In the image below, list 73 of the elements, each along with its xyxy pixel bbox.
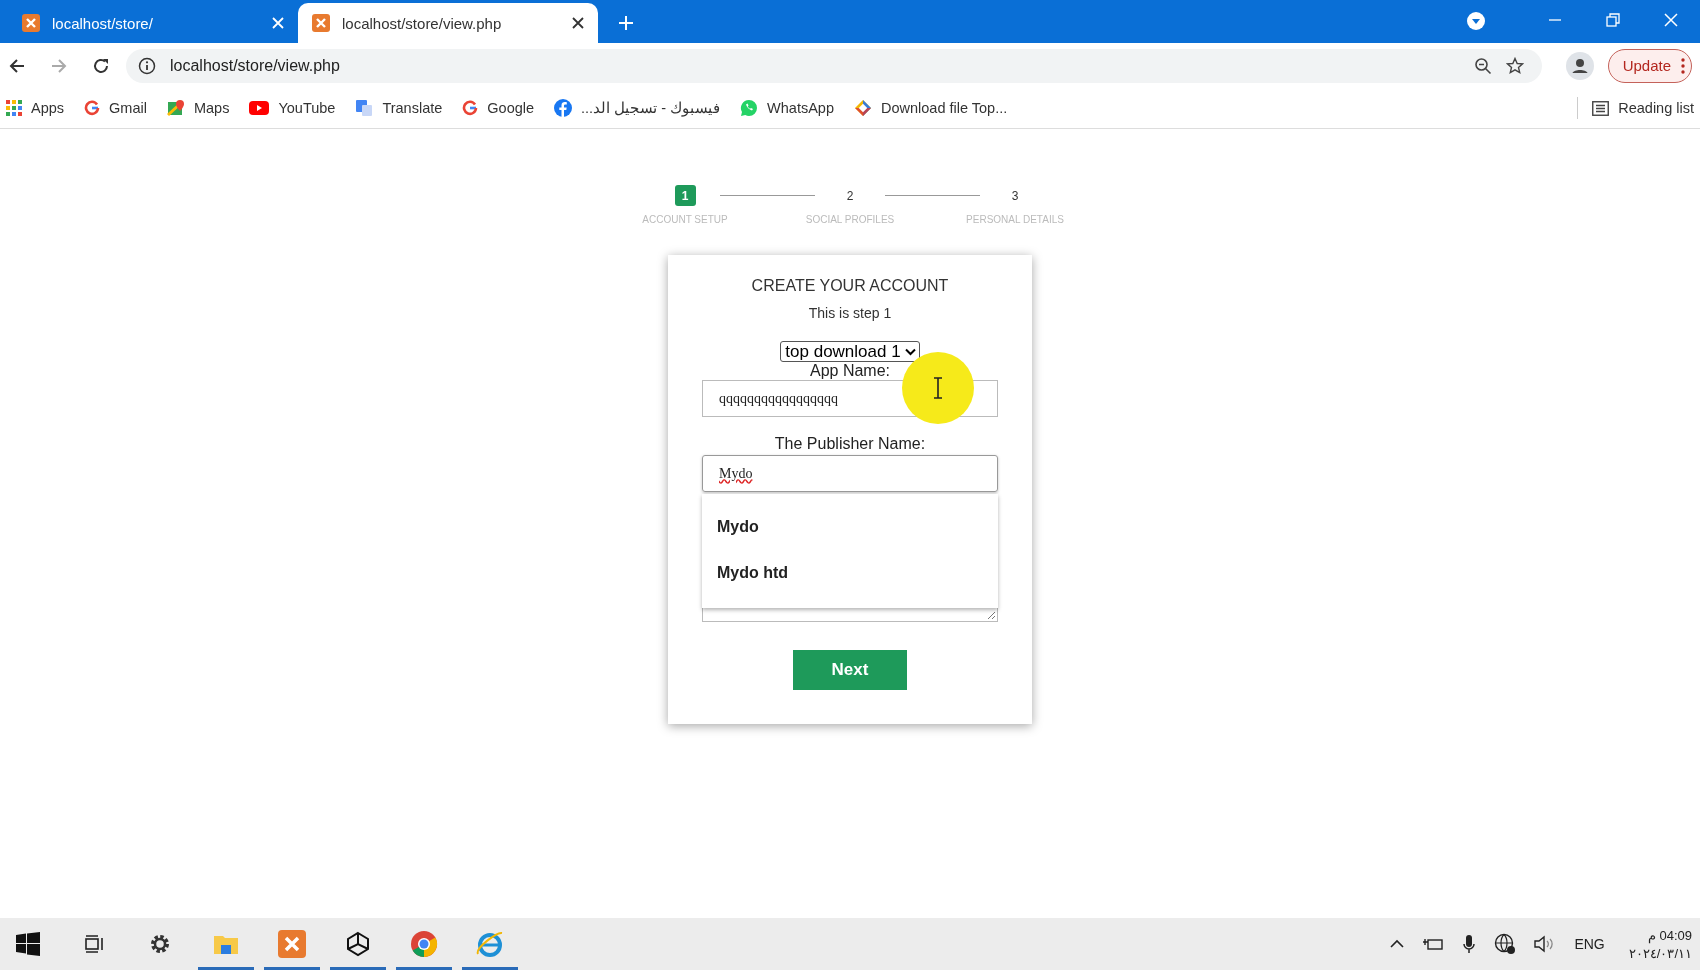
bookmark-item[interactable]: Download file Top... <box>853 99 1008 117</box>
suggestion-item[interactable]: Mydo <box>702 514 998 540</box>
chevron-up-icon[interactable] <box>1390 939 1405 949</box>
e-browser-icon <box>475 930 505 958</box>
reload-icon[interactable] <box>92 56 110 75</box>
field-label: The Publisher Name: <box>774 435 926 453</box>
tab-title: localhost/store/view.php <box>342 14 503 32</box>
info-icon <box>138 56 156 75</box>
publisher-name-field[interactable]: Mydo <box>702 455 998 492</box>
zoom-out-icon[interactable] <box>1473 56 1492 75</box>
close-icon[interactable] <box>572 17 584 29</box>
form-subtitle: This is step 1 <box>808 305 892 321</box>
microphone-icon[interactable] <box>1462 934 1477 954</box>
play-icon <box>249 101 270 115</box>
url-text: localhost/store/view.php <box>170 56 340 75</box>
google-g-icon <box>462 100 479 116</box>
clock-time[interactable]: 04:09 م <box>1647 927 1692 943</box>
task-view-icon <box>83 934 105 954</box>
chrome-icon <box>410 930 438 958</box>
step-number: 1 <box>674 185 696 206</box>
settings-icon <box>148 932 172 956</box>
bookmark-item[interactable]: Apps <box>6 100 65 116</box>
bookmark-item[interactable]: YouTube <box>249 100 336 116</box>
language-indicator[interactable]: ENG <box>1574 936 1605 952</box>
more-icon[interactable] <box>1681 57 1685 74</box>
colorful-diamond-icon <box>853 99 872 117</box>
bookmark-item[interactable]: Gmail <box>84 100 147 116</box>
bookmark-item[interactable]: Translate <box>355 99 443 117</box>
tab-title: localhost/store/ <box>52 14 154 32</box>
form-title: CREATE YOUR ACCOUNT <box>751 277 949 295</box>
translate-icon <box>355 99 374 117</box>
dropdown-icon[interactable] <box>1466 11 1486 31</box>
phone-bubble-icon <box>740 99 759 117</box>
clock-date[interactable]: ٢٠٢٤/٠٣/١١ <box>1628 945 1692 961</box>
update-button[interactable]: Update <box>1607 48 1692 83</box>
folder-icon <box>213 933 239 955</box>
battery-plug-icon[interactable] <box>1422 936 1445 952</box>
xampp-icon <box>278 930 306 958</box>
back-icon[interactable] <box>8 56 26 75</box>
bookmark-item[interactable]: فيسبوك - تسجيل الد... <box>554 99 721 117</box>
step-label: ACCOUNT SETUP <box>642 214 728 225</box>
step-label: PERSONAL DETAILS <box>966 214 1064 225</box>
address-bar[interactable]: localhost/store/view.php <box>126 48 1542 83</box>
chevron-down-icon <box>904 347 916 356</box>
step-number: 3 <box>1010 187 1020 205</box>
resize-grip-icon <box>987 611 996 620</box>
xampp-icon <box>312 14 330 32</box>
field-label: App Name: <box>809 362 890 380</box>
apps-grid-icon <box>6 100 22 116</box>
list-icon <box>1592 100 1610 116</box>
suggestion-item[interactable]: Mydo htd <box>702 560 998 586</box>
bookmark-item[interactable]: Google <box>462 100 535 116</box>
next-button[interactable]: Next <box>793 650 907 690</box>
text-cursor-icon <box>933 377 943 399</box>
restore-icon[interactable] <box>1606 13 1620 27</box>
map-icon <box>166 99 185 117</box>
bookmark-item[interactable]: WhatsApp <box>740 99 834 117</box>
star-icon[interactable] <box>1505 56 1524 75</box>
google-g-icon <box>84 100 101 116</box>
browser-tab[interactable]: localhost/store/ <box>8 3 298 43</box>
globe-icon[interactable] <box>1494 933 1517 955</box>
bookmark-item[interactable]: Maps <box>166 99 230 117</box>
profile-icon[interactable] <box>1565 51 1594 80</box>
facebook-f-icon <box>554 99 573 117</box>
windows-icon <box>16 932 40 956</box>
xampp-icon <box>22 14 40 32</box>
step-number: 2 <box>845 187 855 205</box>
step-label: SOCIAL PROFILES <box>805 214 895 225</box>
browser-tab[interactable]: localhost/store/view.php <box>298 3 598 43</box>
new-tab-icon[interactable] <box>618 15 634 31</box>
reading-list-button[interactable]: Reading list <box>1592 100 1694 116</box>
dropdown-select[interactable]: top download 1 <box>780 341 920 362</box>
cube-outline-icon <box>345 931 371 957</box>
